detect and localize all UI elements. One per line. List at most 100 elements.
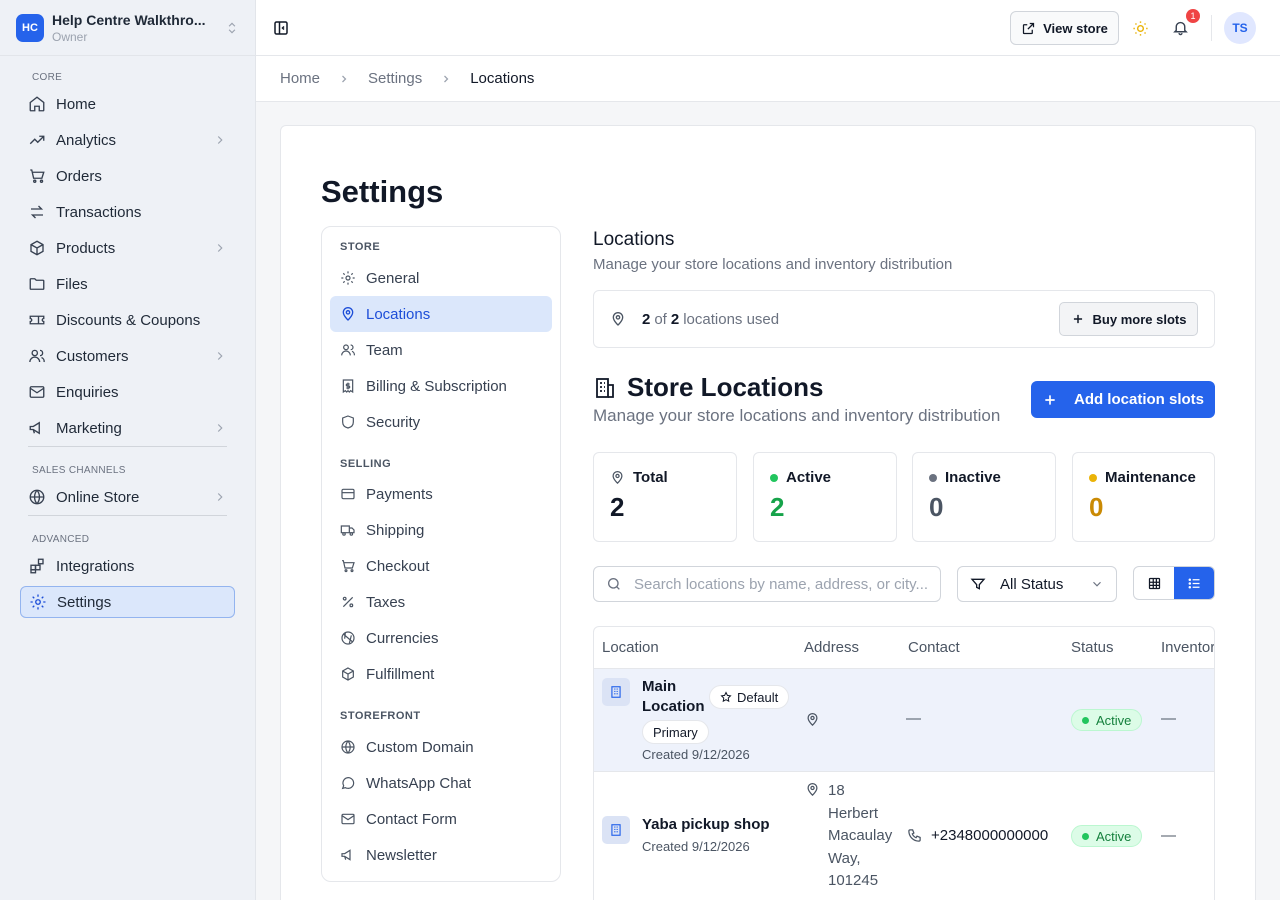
globe-icon — [340, 739, 356, 755]
settings-nav-currencies[interactable]: Currencies — [330, 620, 552, 656]
gear-icon — [340, 270, 356, 286]
buy-more-slots-button[interactable]: Buy more slots — [1059, 302, 1198, 336]
stat-card-total: Total 2 — [593, 452, 737, 542]
stat-label: Maintenance — [1105, 469, 1196, 486]
contact-value: — — [906, 710, 921, 727]
percent-icon — [340, 594, 356, 610]
status-filter-select[interactable]: All Status — [957, 566, 1117, 602]
chevron-right-icon — [213, 490, 227, 504]
sidebar-toggle-icon[interactable] — [272, 19, 290, 37]
sidebar-item-settings[interactable]: Settings — [20, 586, 235, 618]
workspace-name: Help Centre Walkthro... — [52, 11, 206, 28]
stat-value: 2 — [610, 492, 625, 522]
settings-nav-label: Contact Form — [366, 810, 457, 828]
sidebar-item-products[interactable]: Products — [20, 232, 235, 264]
workspace-logo: HC — [16, 13, 44, 42]
location-name: Yaba pickup shop — [642, 816, 770, 833]
sidebar-item-enquiries[interactable]: Enquiries — [20, 376, 235, 408]
sidebar-item-transactions[interactable]: Transactions — [20, 196, 235, 228]
table-row[interactable]: Yaba pickup shop Created 9/12/2026 18 He… — [594, 772, 1214, 900]
workspace-switcher[interactable]: HC Help Centre Walkthro... Owner — [0, 0, 255, 56]
settings-nav-whatsapp[interactable]: WhatsApp Chat — [330, 765, 552, 801]
receipt-icon — [340, 378, 356, 394]
settings-nav-team[interactable]: Team — [330, 332, 552, 368]
column-header-address[interactable]: Address — [804, 639, 859, 656]
settings-nav-payments[interactable]: Payments — [330, 476, 552, 512]
settings-nav-locations[interactable]: Locations — [330, 296, 552, 332]
settings-nav-section-store: STORE — [340, 241, 381, 253]
default-badge: Default — [709, 685, 790, 709]
home-icon — [28, 95, 46, 113]
sidebar-item-files[interactable]: Files — [20, 268, 235, 300]
usage-panel: 2 of 2 locations used Buy more slots — [593, 290, 1215, 348]
inventory-value: — — [1161, 827, 1176, 844]
primary-badge-label: Primary — [653, 724, 698, 740]
search-box — [593, 566, 941, 602]
breadcrumb-home[interactable]: Home — [280, 70, 320, 87]
address-value: 18 Herbert Macaulay Way, 101245 — [828, 780, 892, 893]
map-pin-icon — [610, 470, 625, 485]
sidebar-item-orders[interactable]: Orders — [20, 160, 235, 192]
folder-icon — [28, 275, 46, 293]
truck-icon — [340, 522, 356, 538]
settings-nav-shipping[interactable]: Shipping — [330, 512, 552, 548]
sidebar-item-online-store[interactable]: Online Store — [20, 481, 235, 513]
search-input[interactable] — [634, 575, 934, 593]
bell-icon[interactable] — [1172, 19, 1189, 36]
settings-nav-custom-domain[interactable]: Custom Domain — [330, 729, 552, 765]
building-icon — [602, 816, 630, 844]
settings-nav-checkout[interactable]: Checkout — [330, 548, 552, 584]
usage-suffix: locations used — [683, 310, 780, 328]
settings-nav-fulfillment[interactable]: Fulfillment — [330, 656, 552, 692]
settings-nav-general[interactable]: General — [330, 260, 552, 296]
stat-value: 0 — [929, 492, 944, 522]
column-header-inventory[interactable]: Inventor — [1161, 639, 1214, 656]
grid-view-button[interactable] — [1134, 567, 1174, 599]
sidebar-item-label: Integrations — [56, 557, 135, 575]
sidebar-item-label: Products — [56, 239, 116, 257]
chevron-right-icon — [213, 241, 227, 255]
location-name-line2: Location — [642, 698, 705, 715]
notification-badge: 1 — [1186, 9, 1200, 23]
sidebar-item-label: Settings — [57, 593, 112, 611]
list-view-button[interactable] — [1174, 567, 1214, 599]
settings-nav-newsletter[interactable]: Newsletter — [330, 837, 552, 873]
column-header-status[interactable]: Status — [1071, 639, 1114, 656]
chevron-right-icon — [338, 73, 350, 85]
settings-nav-label: WhatsApp Chat — [366, 774, 472, 792]
sidebar-item-marketing[interactable]: Marketing — [20, 412, 235, 444]
sidebar-item-analytics[interactable]: Analytics — [20, 124, 235, 156]
megaphone-icon — [340, 847, 356, 863]
map-pin-icon — [805, 712, 820, 727]
sidebar-item-home[interactable]: Home — [20, 88, 235, 120]
chevron-updown-icon — [225, 21, 239, 35]
view-store-button[interactable]: View store — [1010, 11, 1119, 45]
phone-icon — [907, 828, 922, 843]
store-locations-subtitle: Manage your store locations and inventor… — [593, 406, 1001, 425]
settings-nav-label: Checkout — [366, 557, 430, 575]
sun-icon[interactable] — [1132, 20, 1149, 37]
table-row[interactable]: Main Location Default Primary Created 9/1… — [594, 669, 1214, 772]
locations-title: Locations — [593, 229, 675, 250]
avatar[interactable]: TS — [1224, 12, 1256, 44]
sidebar-section-advanced: ADVANCED — [32, 534, 90, 545]
page-title: Settings — [321, 174, 444, 209]
settings-nav-label: General — [366, 269, 420, 287]
address-line: Macaulay — [828, 827, 893, 844]
settings-nav-billing[interactable]: Billing & Subscription — [330, 368, 552, 404]
column-header-contact[interactable]: Contact — [908, 639, 960, 656]
settings-nav-contact-form[interactable]: Contact Form — [330, 801, 552, 837]
settings-nav-label: Payments — [366, 485, 433, 503]
sidebar-item-discounts[interactable]: Discounts & Coupons — [20, 304, 235, 336]
sidebar-item-integrations[interactable]: Integrations — [20, 550, 235, 582]
add-location-slots-button[interactable]: Add location slots — [1031, 381, 1215, 418]
settings-nav-taxes[interactable]: Taxes — [330, 584, 552, 620]
chevron-right-icon — [440, 73, 452, 85]
breadcrumb-settings[interactable]: Settings — [368, 70, 422, 87]
view-store-label: View store — [1043, 20, 1108, 36]
column-header-location[interactable]: Location — [602, 639, 659, 656]
sidebar-item-label: Transactions — [56, 203, 142, 221]
settings-nav-security[interactable]: Security — [330, 404, 552, 440]
sidebar-item-customers[interactable]: Customers — [20, 340, 235, 372]
external-link-icon — [1021, 21, 1036, 36]
